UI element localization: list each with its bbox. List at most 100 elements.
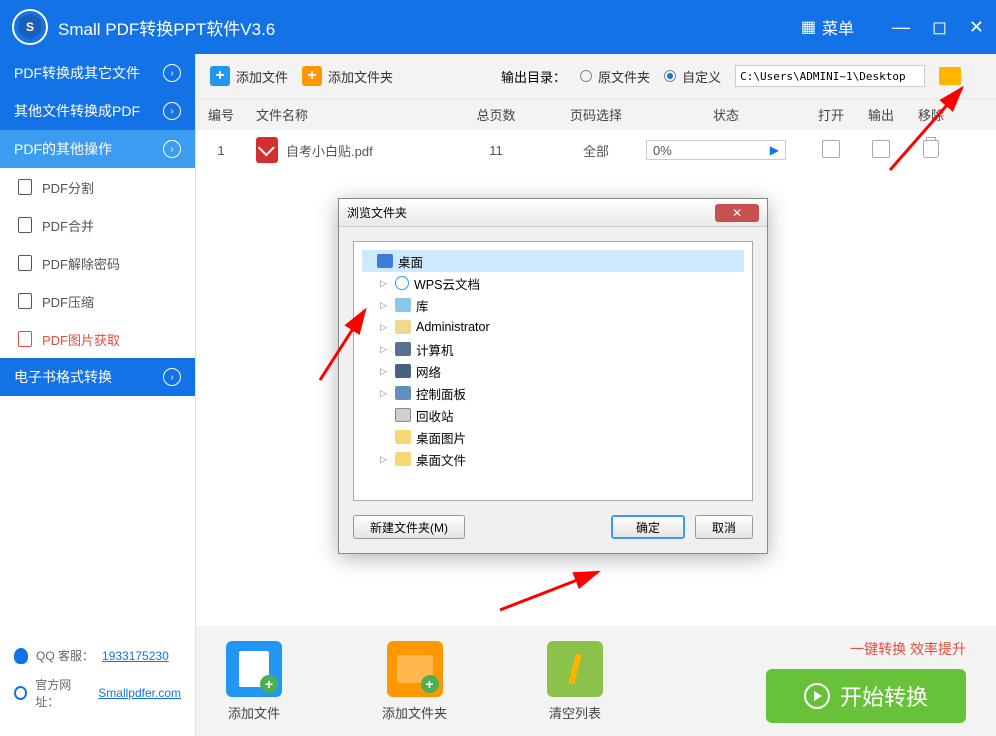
sidebar-item-label: PDF分割: [42, 178, 94, 197]
file-icon: +: [226, 641, 282, 697]
plus-icon: +: [302, 66, 322, 86]
output-label: 输出目录：: [501, 67, 566, 86]
tree-item[interactable]: 桌面: [362, 250, 744, 272]
start-button[interactable]: 开始转换: [766, 669, 966, 723]
col-pages: 总页数: [446, 105, 546, 124]
tree-item[interactable]: 回收站: [362, 404, 744, 426]
tree-label: 桌面: [398, 252, 423, 271]
sidebar-group-ebook[interactable]: 电子书格式转换 ›: [0, 358, 195, 396]
browse-folder-button[interactable]: [939, 67, 961, 85]
add-file-label: 添加文件: [236, 67, 288, 86]
ic-pc-icon: [395, 342, 411, 356]
row-pages: 11: [446, 143, 546, 158]
sidebar-item-merge[interactable]: PDF合并: [0, 206, 195, 244]
row-page-select[interactable]: 全部: [546, 141, 646, 160]
trash-icon[interactable]: [923, 140, 939, 158]
start-label: 开始转换: [840, 680, 928, 712]
sidebar-group-label: PDF的其他操作: [14, 139, 112, 159]
tree-label: 库: [416, 296, 429, 315]
plus-icon: +: [210, 66, 230, 86]
tree-label: 计算机: [416, 340, 454, 359]
output-icon[interactable]: [872, 140, 890, 158]
sidebar-footer: QQ 客服： 1933175230 官方网址： Smallpdfer.com: [0, 633, 195, 736]
radio-label: 自定义: [682, 67, 721, 86]
open-icon[interactable]: [822, 140, 840, 158]
ic-panel-icon: [395, 386, 411, 400]
folder-icon: +: [387, 641, 443, 697]
add-file-button[interactable]: + 添加文件: [210, 66, 288, 86]
radio-custom[interactable]: 自定义: [664, 67, 721, 86]
col-status: 状态: [646, 105, 806, 124]
close-button[interactable]: ✕: [969, 17, 984, 38]
col-name: 文件名称: [246, 105, 446, 124]
bb-add-file[interactable]: +添加文件: [226, 641, 282, 722]
sidebar-group-other-to-pdf[interactable]: 其他文件转换成PDF›: [0, 92, 195, 130]
progress-bar[interactable]: 0%▶: [646, 140, 786, 160]
cancel-button[interactable]: 取消: [695, 515, 753, 539]
tree-item[interactable]: ▷WPS云文档: [362, 272, 744, 294]
tree-item[interactable]: ▷ 桌面文件: [362, 448, 744, 470]
bb-add-folder[interactable]: + 添加文件夹: [382, 641, 447, 722]
bb-label: 清空列表: [549, 703, 601, 722]
tree-item[interactable]: 桌面图片: [362, 426, 744, 448]
site-label: 官方网址：: [35, 676, 90, 710]
row-num: 1: [196, 143, 246, 158]
bb-clear[interactable]: 清空列表: [547, 641, 603, 722]
qq-label: QQ 客服：: [36, 647, 94, 664]
tree-item[interactable]: ▷Administrator: [362, 316, 744, 338]
table-row[interactable]: 1 自考小白贴.pdf 11 全部 0%▶: [196, 130, 996, 170]
col-open: 打开: [806, 105, 856, 124]
menu-button[interactable]: ▦ 菜单: [801, 15, 854, 39]
ic-user-icon: [395, 320, 411, 334]
ic-cloud-icon: [395, 276, 409, 290]
sidebar-item-unlock[interactable]: PDF解除密码: [0, 244, 195, 282]
dialog-close-button[interactable]: ✕: [715, 204, 759, 222]
radio-icon: [664, 70, 676, 82]
sidebar-item-label: PDF压缩: [42, 292, 94, 311]
new-folder-button[interactable]: 新建文件夹(M): [353, 515, 465, 539]
add-folder-button[interactable]: +添加文件夹: [302, 66, 393, 86]
tree-label: 桌面文件: [416, 450, 466, 469]
sidebar-item-label: PDF解除密码: [42, 254, 120, 273]
col-num: 编号: [196, 105, 246, 124]
dialog-title: 浏览文件夹: [347, 204, 407, 221]
chevron-right-icon: ›: [163, 368, 181, 386]
expand-icon: ▷: [380, 454, 390, 465]
pdf-icon: [256, 137, 278, 163]
tree-item[interactable]: ▷控制面板: [362, 382, 744, 404]
tree-item[interactable]: ▷网络: [362, 360, 744, 382]
progress-value: 0%: [653, 143, 672, 158]
sidebar-item-extract-images[interactable]: PDF图片获取: [0, 320, 195, 358]
table-header: 编号 文件名称 总页数 页码选择 状态 打开 输出 移除: [196, 98, 996, 130]
qq-link[interactable]: 1933175230: [102, 649, 169, 663]
globe-icon: [14, 686, 27, 700]
broom-icon: [547, 641, 603, 697]
sidebar-item-label: PDF合并: [42, 216, 94, 235]
minimize-button[interactable]: ―: [892, 17, 910, 38]
bottom-bar: +添加文件 +添加文件夹 清空列表 一键转换 效率提升 开始转换: [196, 626, 996, 736]
ic-net-icon: [395, 364, 411, 378]
sidebar-item-split[interactable]: PDF分割: [0, 168, 195, 206]
sidebar-group-label: 电子书格式转换: [14, 367, 112, 387]
menu-label: 菜单: [822, 15, 854, 39]
file-icon: [18, 255, 32, 271]
ic-folder-icon: [395, 430, 411, 444]
sidebar-group-pdf-to-other[interactable]: PDF转换成其它文件›: [0, 54, 195, 92]
file-icon: [18, 217, 32, 233]
bb-label: 添加文件夹: [382, 703, 447, 722]
output-path-input[interactable]: [735, 65, 925, 87]
expand-icon: ▷: [380, 322, 390, 333]
sidebar-item-compress[interactable]: PDF压缩: [0, 282, 195, 320]
radio-label: 原文件夹: [598, 67, 650, 86]
ok-button[interactable]: 确定: [611, 515, 685, 539]
qq-icon: [14, 648, 28, 664]
tree-label: 控制面板: [416, 384, 466, 403]
tree-item[interactable]: ▷ 计算机: [362, 338, 744, 360]
site-link[interactable]: Smallpdfer.com: [98, 686, 181, 700]
expand-icon: ▷: [380, 344, 390, 355]
dialog-titlebar[interactable]: 浏览文件夹 ✕: [339, 199, 767, 227]
maximize-button[interactable]: ◻: [932, 17, 947, 38]
radio-original[interactable]: 原文件夹: [580, 67, 650, 86]
sidebar-group-pdf-ops[interactable]: PDF的其他操作›: [0, 130, 195, 168]
tree-item[interactable]: ▷库: [362, 294, 744, 316]
